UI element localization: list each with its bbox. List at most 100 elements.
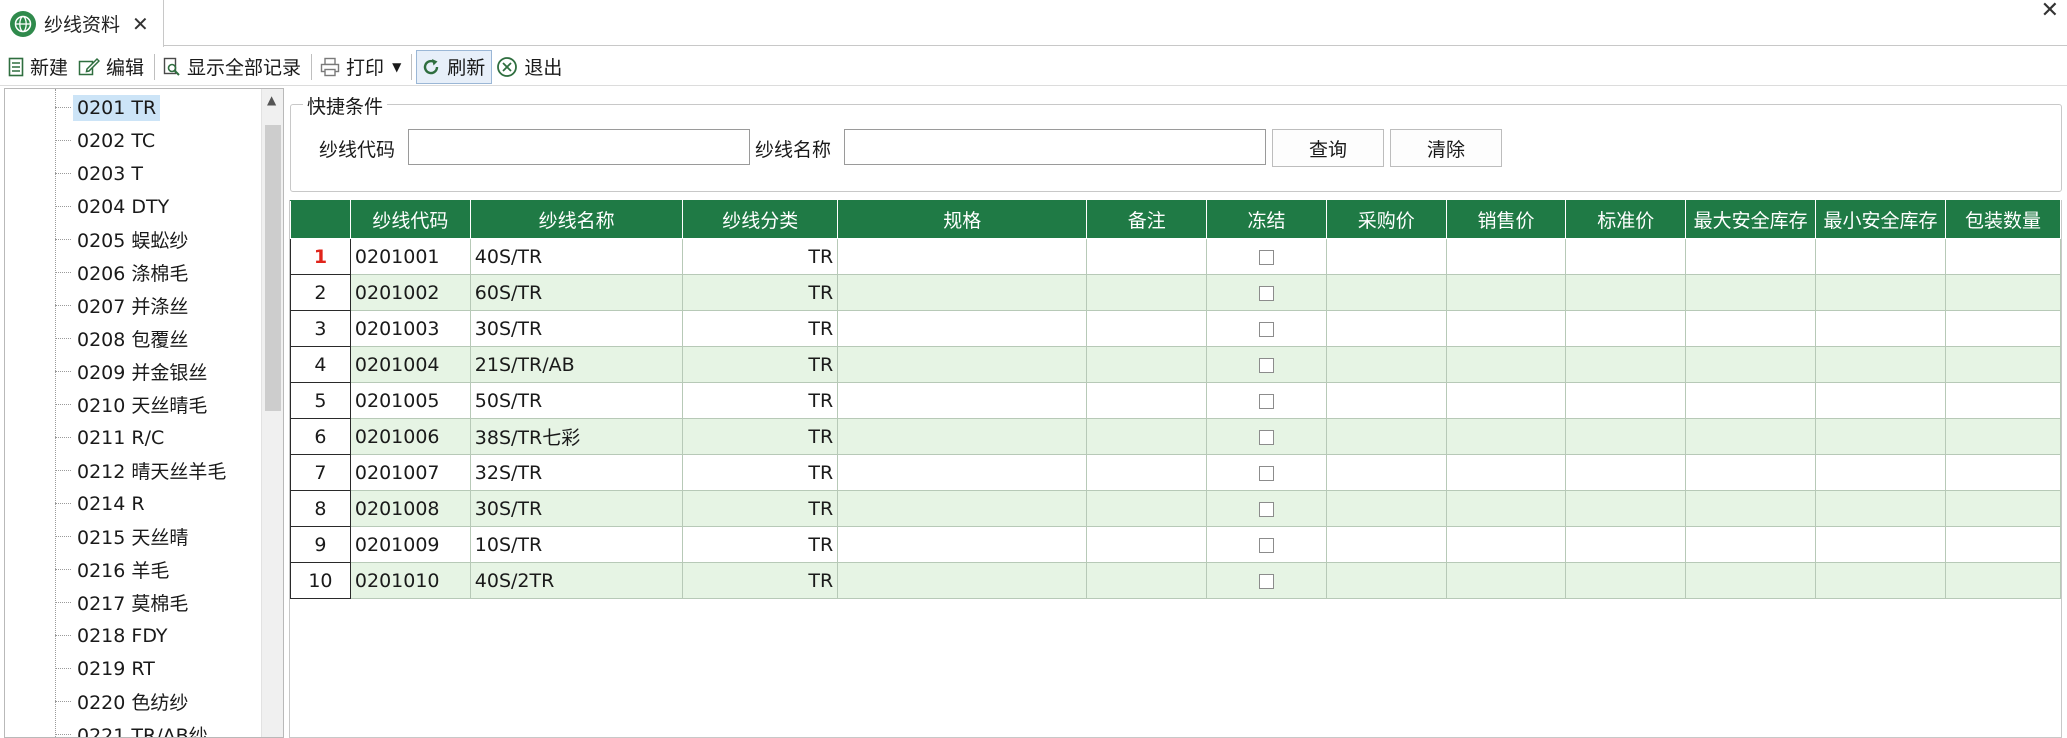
row-number[interactable]: 1 — [290, 238, 351, 275]
package-qty-cell[interactable] — [1945, 238, 2061, 275]
purchase-price-cell[interactable] — [1325, 454, 1447, 491]
tree-item[interactable]: 0203 T — [55, 157, 147, 190]
yarn-name-cell[interactable]: 30S/TR — [469, 310, 684, 347]
tree-item[interactable]: 0202 TC — [55, 124, 159, 157]
row-number[interactable]: 2 — [290, 274, 351, 311]
tree-item[interactable]: 0214 R — [55, 487, 149, 520]
remark-cell[interactable] — [1086, 310, 1208, 347]
row-number[interactable]: 5 — [290, 382, 351, 419]
spec-cell[interactable] — [837, 526, 1088, 563]
tree-item[interactable]: 0212 晴天丝羊毛 — [55, 454, 230, 487]
max-safety-stock-cell[interactable] — [1685, 346, 1817, 383]
min-safety-stock-cell[interactable] — [1815, 382, 1947, 419]
package-qty-cell[interactable] — [1945, 454, 2061, 491]
max-safety-stock-cell[interactable] — [1685, 310, 1817, 347]
min-safety-stock-cell[interactable] — [1815, 310, 1947, 347]
package-qty-cell[interactable] — [1945, 490, 2061, 527]
yarn-code-cell[interactable]: 0201001 — [349, 238, 471, 275]
sale-price-cell[interactable] — [1445, 310, 1567, 347]
column-header[interactable]: 纱线名称 — [469, 200, 684, 239]
max-safety-stock-cell[interactable] — [1685, 274, 1817, 311]
frozen-checkbox[interactable] — [1258, 249, 1274, 265]
purchase-price-cell[interactable] — [1325, 490, 1447, 527]
remark-cell[interactable] — [1086, 526, 1208, 563]
chevron-down-icon[interactable]: ▼ — [392, 60, 401, 74]
table-row[interactable]: 4 0201004 21S/TR/AB TR — [290, 346, 2061, 383]
sale-price-cell[interactable] — [1445, 490, 1567, 527]
purchase-price-cell[interactable] — [1325, 562, 1447, 599]
max-safety-stock-cell[interactable] — [1685, 382, 1817, 419]
min-safety-stock-cell[interactable] — [1815, 490, 1947, 527]
sale-price-cell[interactable] — [1445, 562, 1567, 599]
spec-cell[interactable] — [837, 490, 1088, 527]
frozen-cell[interactable] — [1206, 454, 1327, 491]
max-safety-stock-cell[interactable] — [1685, 238, 1817, 275]
yarn-name-cell[interactable]: 32S/TR — [469, 454, 684, 491]
min-safety-stock-cell[interactable] — [1815, 418, 1947, 455]
tree-item[interactable]: 0216 羊毛 — [55, 553, 173, 586]
min-safety-stock-cell[interactable] — [1815, 346, 1947, 383]
exit-button[interactable]: 退出 — [492, 50, 568, 84]
query-button[interactable]: 查询 — [1272, 129, 1384, 167]
tree-item[interactable]: 0211 R/C — [55, 421, 168, 454]
yarn-category-cell[interactable]: TR — [682, 238, 839, 275]
standard-price-cell[interactable] — [1565, 526, 1687, 563]
spec-cell[interactable] — [837, 274, 1088, 311]
yarn-code-input[interactable] — [408, 129, 750, 165]
max-safety-stock-cell[interactable] — [1685, 418, 1817, 455]
column-header[interactable]: 标准价 — [1565, 200, 1687, 239]
standard-price-cell[interactable] — [1565, 274, 1687, 311]
min-safety-stock-cell[interactable] — [1815, 562, 1947, 599]
yarn-name-cell[interactable]: 60S/TR — [469, 274, 684, 311]
remark-cell[interactable] — [1086, 238, 1208, 275]
frozen-cell[interactable] — [1206, 238, 1327, 275]
yarn-category-cell[interactable]: TR — [682, 526, 839, 563]
row-number[interactable]: 9 — [290, 526, 351, 563]
spec-cell[interactable] — [837, 382, 1088, 419]
tree-item[interactable]: 0220 色纺纱 — [55, 685, 192, 718]
tree-item[interactable]: 0205 蜈蚣纱 — [55, 223, 192, 256]
print-button[interactable]: 打印 ▼ — [316, 50, 407, 84]
table-row[interactable]: 1 0201001 40S/TR TR — [290, 238, 2061, 275]
frozen-checkbox[interactable] — [1258, 357, 1274, 373]
purchase-price-cell[interactable] — [1325, 346, 1447, 383]
table-row[interactable]: 2 0201002 60S/TR TR — [290, 274, 2061, 311]
tree-item[interactable]: 0206 涤棉毛 — [55, 256, 192, 289]
sale-price-cell[interactable] — [1445, 454, 1567, 491]
tree-item[interactable]: 0219 RT — [55, 652, 159, 685]
min-safety-stock-cell[interactable] — [1815, 526, 1947, 563]
frozen-checkbox[interactable] — [1258, 285, 1274, 301]
yarn-category-cell[interactable]: TR — [682, 418, 839, 455]
table-row[interactable]: 8 0201008 30S/TR TR — [290, 490, 2061, 527]
remark-cell[interactable] — [1086, 274, 1208, 311]
yarn-category-cell[interactable]: TR — [682, 562, 839, 599]
table-row[interactable]: 9 0201009 10S/TR TR — [290, 526, 2061, 563]
column-header[interactable]: 最大安全库存 — [1685, 200, 1817, 239]
max-safety-stock-cell[interactable] — [1685, 562, 1817, 599]
remark-cell[interactable] — [1086, 418, 1208, 455]
column-header[interactable]: 采购价 — [1325, 200, 1447, 239]
column-header[interactable]: 纱线分类 — [682, 200, 839, 239]
yarn-code-cell[interactable]: 0201010 — [349, 562, 471, 599]
spec-cell[interactable] — [837, 310, 1088, 347]
frozen-cell[interactable] — [1206, 418, 1327, 455]
sale-price-cell[interactable] — [1445, 382, 1567, 419]
yarn-name-cell[interactable]: 21S/TR/AB — [469, 346, 684, 383]
purchase-price-cell[interactable] — [1325, 418, 1447, 455]
frozen-checkbox[interactable] — [1258, 573, 1274, 589]
scroll-up-icon[interactable]: ▲ — [267, 93, 276, 107]
show-all-records-button[interactable]: 显示全部记录 — [159, 50, 307, 84]
tree-item[interactable]: 0204 DTY — [55, 190, 173, 223]
frozen-checkbox[interactable] — [1258, 321, 1274, 337]
sale-price-cell[interactable] — [1445, 238, 1567, 275]
remark-cell[interactable] — [1086, 490, 1208, 527]
min-safety-stock-cell[interactable] — [1815, 274, 1947, 311]
row-number[interactable]: 8 — [290, 490, 351, 527]
spec-cell[interactable] — [837, 418, 1088, 455]
frozen-cell[interactable] — [1206, 526, 1327, 563]
max-safety-stock-cell[interactable] — [1685, 454, 1817, 491]
tree-item[interactable]: 0217 莫棉毛 — [55, 586, 192, 619]
remark-cell[interactable] — [1086, 562, 1208, 599]
tab-yarn-data[interactable]: 纱线资料 ✕ — [0, 0, 164, 47]
yarn-category-cell[interactable]: TR — [682, 382, 839, 419]
